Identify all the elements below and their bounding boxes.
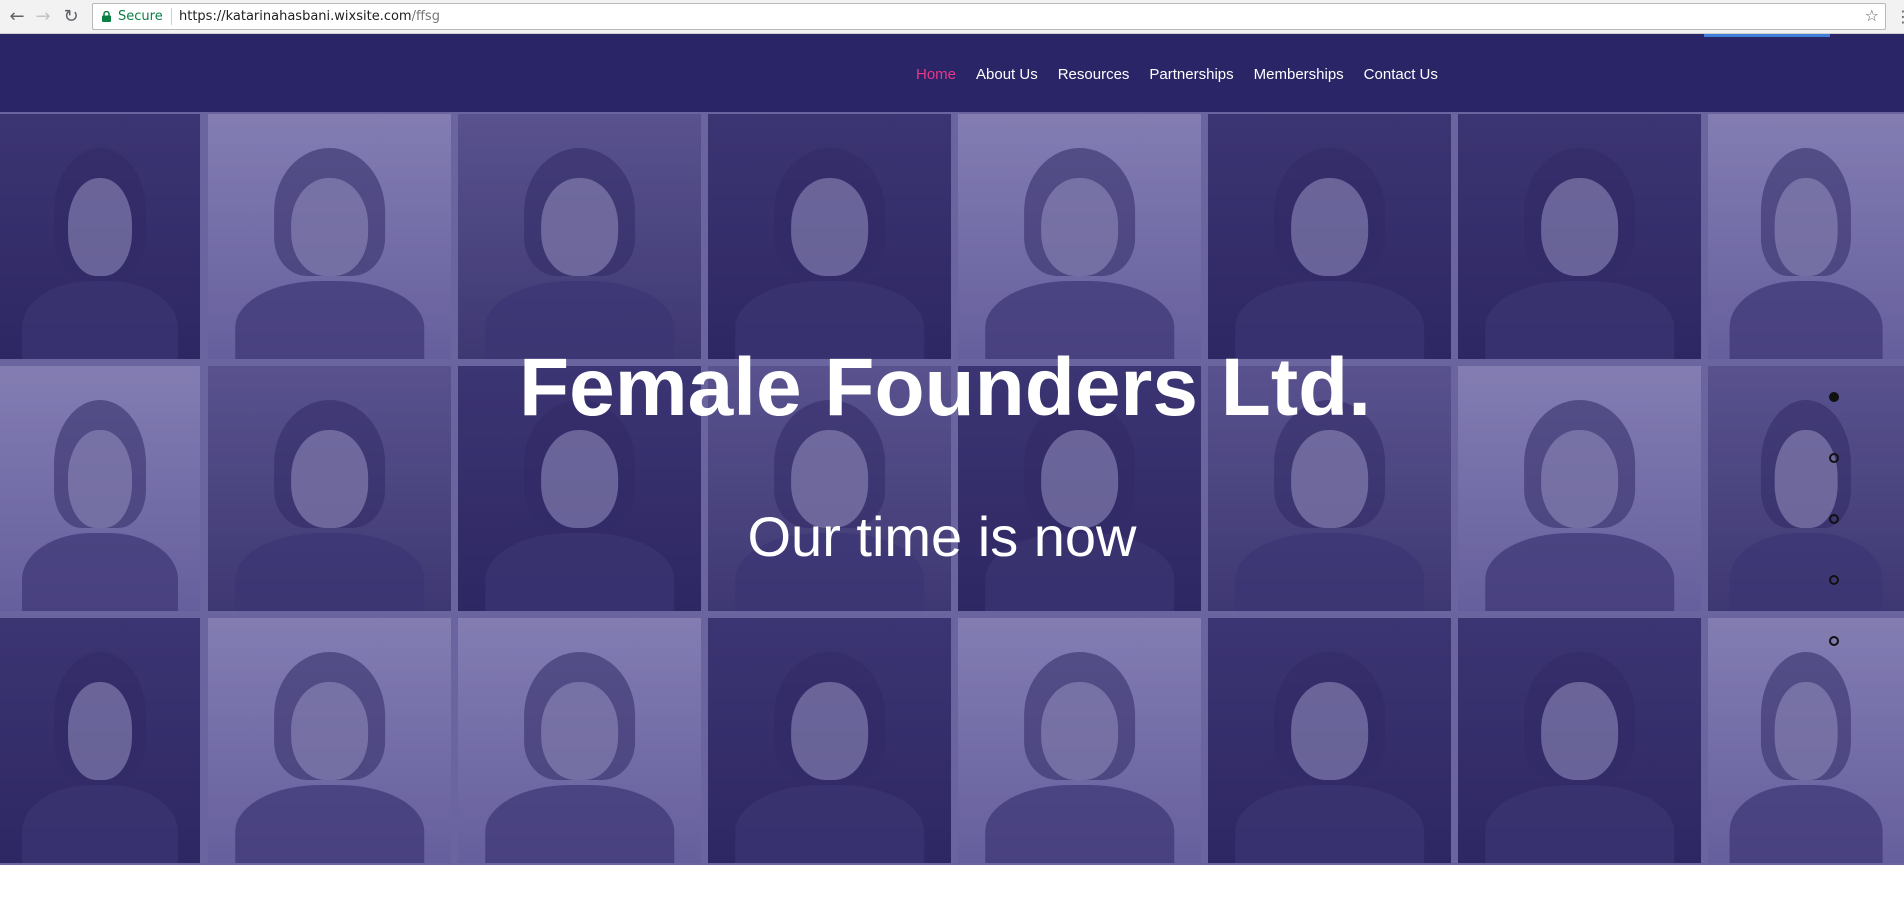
reload-icon[interactable]: ↻: [60, 6, 82, 28]
hero-subtitle: Our time is now: [747, 505, 1137, 568]
header-accent-bar: [1704, 34, 1830, 37]
back-arrow-icon[interactable]: ←: [6, 6, 28, 28]
url-path: /ffsg: [411, 9, 440, 24]
nav-item-partnerships[interactable]: Partnerships: [1149, 66, 1233, 83]
slide-dot[interactable]: [1829, 514, 1839, 524]
address-bar[interactable]: Secure https://katarinahasbani.wixsite.c…: [92, 3, 1886, 30]
nav-item-memberships[interactable]: Memberships: [1254, 66, 1344, 83]
forward-arrow-icon[interactable]: →: [32, 6, 54, 28]
slide-dot[interactable]: [1829, 636, 1839, 646]
url-host: https://katarinahasbani.wixsite.com: [179, 9, 412, 24]
site-header: Home About Us Resources Partnerships Mem…: [0, 34, 1904, 112]
nav-item-home[interactable]: Home: [916, 66, 956, 83]
nav-item-about-us[interactable]: About Us: [976, 66, 1038, 83]
slide-dot[interactable]: [1829, 575, 1839, 585]
omnibox-divider: [171, 8, 172, 25]
secure-label: Secure: [118, 9, 163, 24]
hero-overlay: [0, 112, 1904, 865]
page-bottom: [0, 865, 1904, 908]
lock-icon: [102, 11, 111, 22]
star-icon[interactable]: ☆: [1865, 6, 1879, 25]
hero-section: Female Founders Ltd. Our time is now: [0, 112, 1904, 865]
browser-toolbar: ← → ↻ Secure https://katarinahasbani.wix…: [0, 0, 1904, 34]
slide-dot[interactable]: [1829, 453, 1839, 463]
hero-title: Female Founders Ltd.: [519, 342, 1371, 433]
nav-item-contact-us[interactable]: Contact Us: [1364, 66, 1438, 83]
menu-icon[interactable]: ⋮: [1895, 7, 1904, 26]
main-nav: Home About Us Resources Partnerships Mem…: [916, 66, 1458, 83]
slide-dot[interactable]: [1829, 392, 1839, 402]
nav-item-resources[interactable]: Resources: [1058, 66, 1130, 83]
url-text[interactable]: https://katarinahasbani.wixsite.com/ffsg: [179, 9, 440, 24]
